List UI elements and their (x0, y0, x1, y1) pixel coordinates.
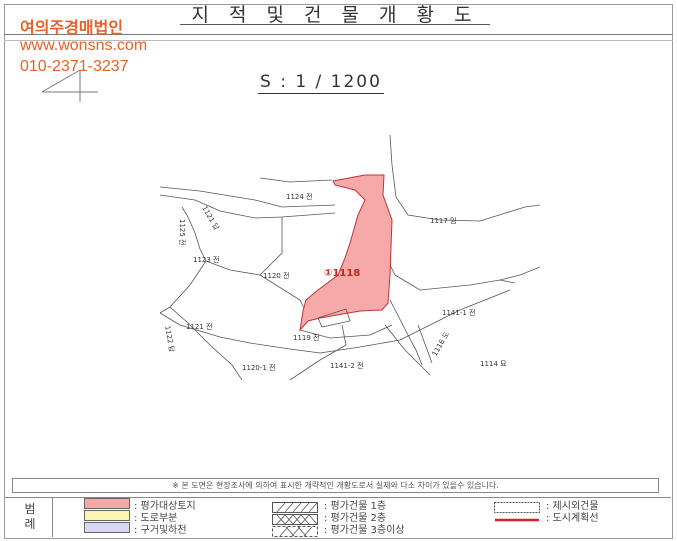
parcel-label: 1121 전 (186, 323, 213, 331)
legend-label: : 평가건물 3층이상 (324, 525, 405, 536)
legend-swatch-road (84, 510, 130, 521)
parcel-label: 1117 임 (430, 217, 457, 225)
parcel-label: 1125 전 (178, 219, 186, 246)
legend-hatch-3f-icon (272, 522, 318, 541)
cadastral-map: 1124 전 1117 임 1125 전 1121 답 1123 전 1120 … (159, 125, 541, 381)
legend-city-plan-line-icon (494, 510, 540, 529)
parcel-label: 1120-1 전 (242, 364, 276, 372)
subject-parcel (299, 174, 393, 332)
north-arrow-icon (40, 68, 100, 112)
parcel-label: 1120 전 (263, 272, 290, 280)
parcel-label: 1141-2 전 (330, 362, 364, 370)
parcel-label: 1119 전 (293, 334, 320, 342)
legend-divider (52, 498, 53, 537)
legend-label: : 구거및하천 (134, 525, 187, 536)
parcel-label: 1141-1 전 (442, 309, 476, 317)
watermark-website: www.wonsns.com (20, 37, 148, 54)
parcel-lines (159, 134, 541, 381)
legend-heading: 범 례 (24, 502, 36, 531)
scale-label: S : 1 / 1200 (258, 72, 384, 94)
subject-parcel-label: ①1118 (324, 268, 361, 279)
page-title: 지 적 및 건 물 개 황 도 (180, 0, 490, 26)
legend-label: : 도시계획선 (546, 513, 599, 524)
legend-swatch-subject (84, 498, 130, 509)
watermark-company: 여의주경매법인 (20, 20, 124, 37)
parcel-label: 1123 전 (193, 256, 220, 264)
disclaimer-notice: ※ 본 도면은 현장조사에 의하여 표시한 개략적인 개황도로서 실제와 다소 … (12, 478, 659, 493)
parcel-label: 1124 전 (286, 193, 313, 201)
parcel-label: 1114 묘 (480, 360, 507, 368)
legend-swatch-stream (84, 522, 130, 533)
